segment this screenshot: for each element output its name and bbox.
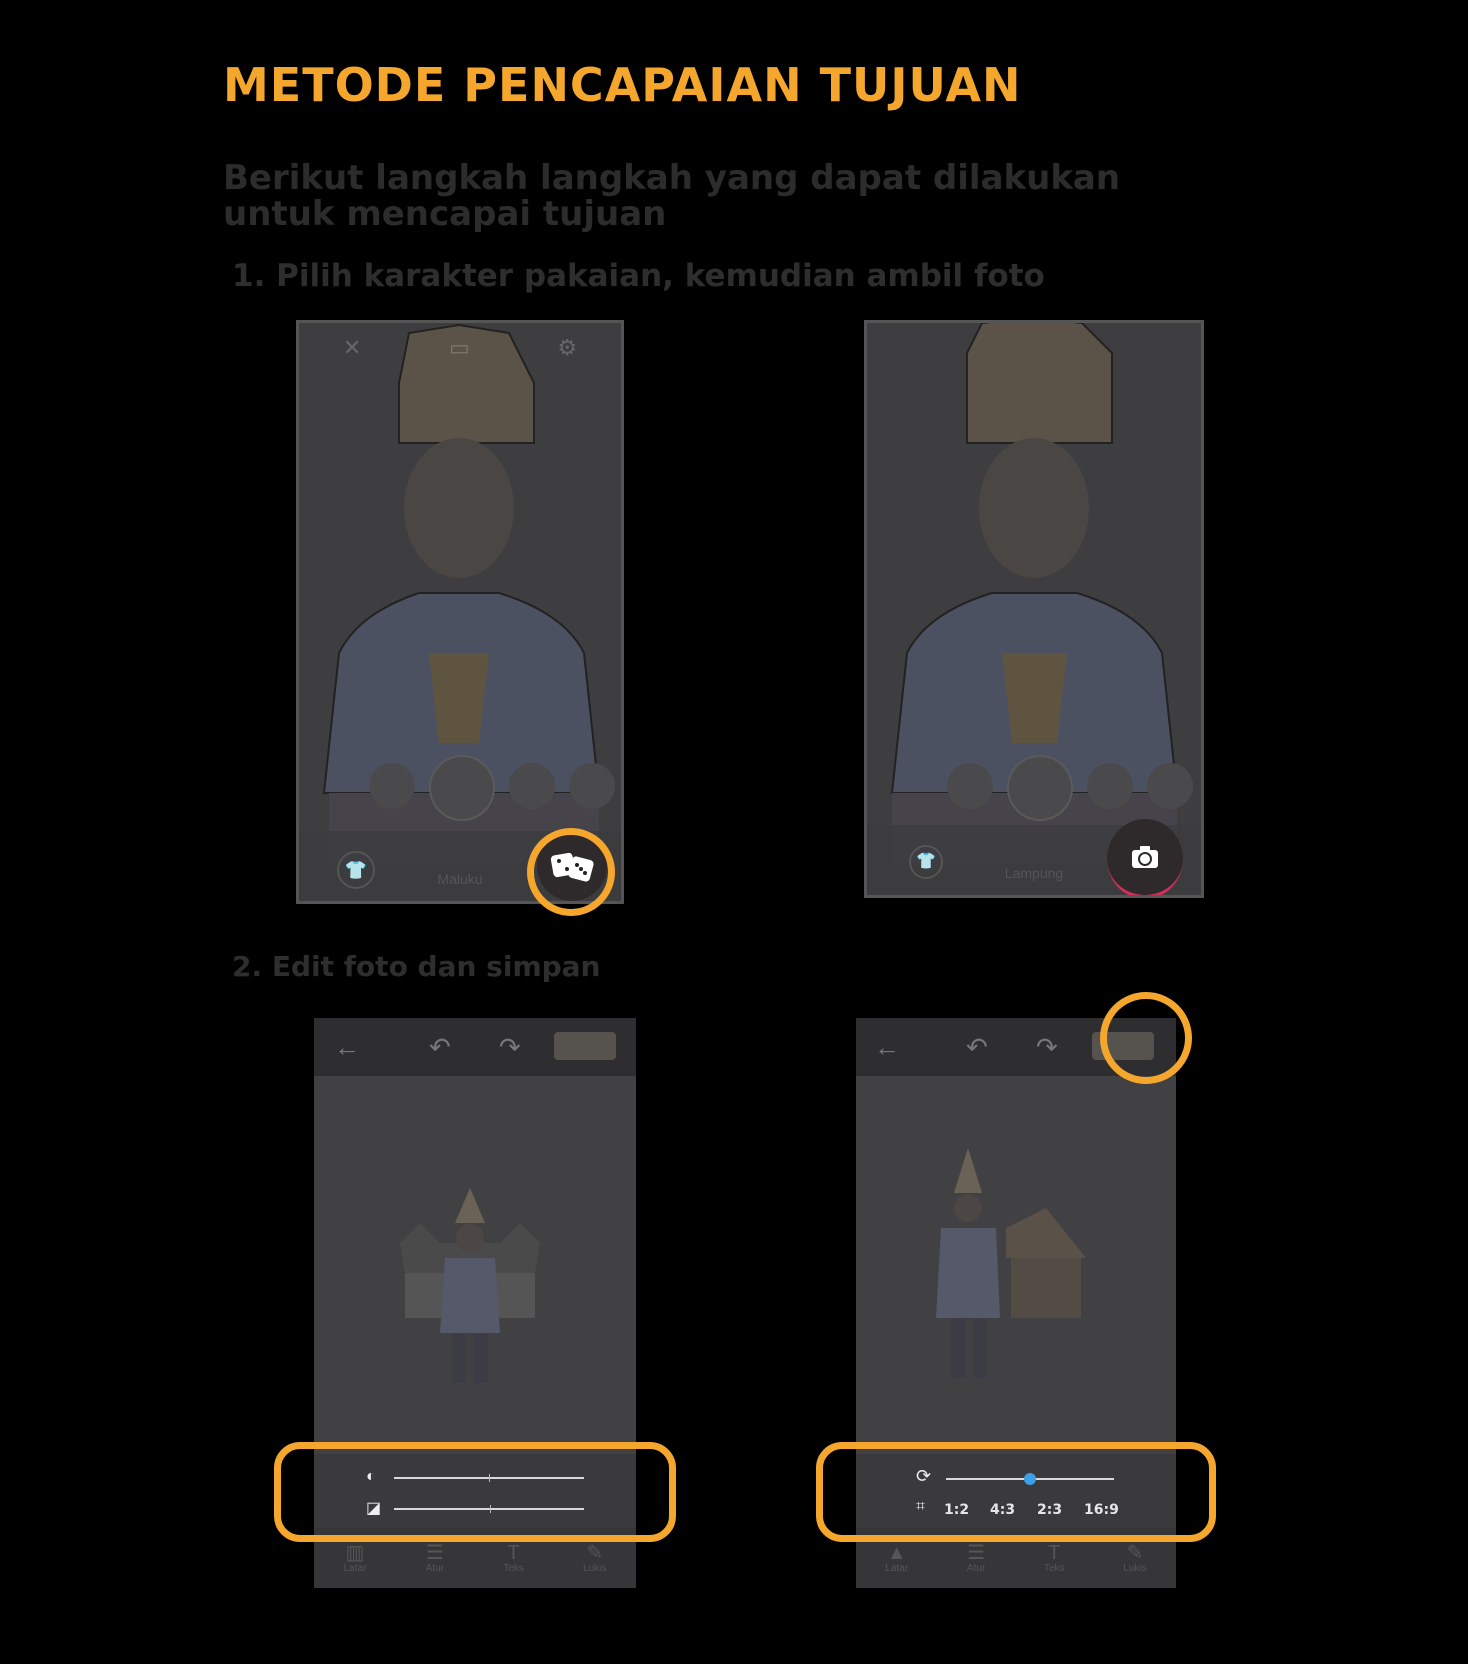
back-arrow-icon[interactable]: ← [874,1032,900,1063]
editor-toolbar: ← ↶ ↷ [314,1018,636,1076]
page-title: METODE PENCAPAIAN TUJUAN [223,58,1022,112]
tab-lukis[interactable]: ✎ Lukis [583,1543,606,1574]
tab-latar[interactable]: ▲ Latar [885,1543,908,1574]
character-selector [947,755,1193,821]
highlight-adjust-panel-left [274,1442,676,1542]
highlight-save-button [1100,992,1192,1084]
tab-teks[interactable]: T Teks [1044,1543,1065,1574]
settings-icon[interactable]: ⚙ [557,335,577,361]
step-2-text: 2. Edit foto dan simpan [232,950,601,983]
undo-icon[interactable]: ↶ [966,1032,988,1063]
redo-icon[interactable]: ↷ [499,1032,521,1063]
highlight-rotate-crop-panel [816,1442,1216,1542]
character-option[interactable] [509,763,555,809]
character-selector [369,755,615,821]
character-option[interactable] [1087,763,1133,809]
character-option[interactable] [569,763,615,809]
character-option[interactable] [947,763,993,809]
undo-icon[interactable]: ↶ [429,1032,451,1063]
tab-atur[interactable]: ☰ Atur [426,1543,444,1574]
edited-photo-preview [936,1148,1086,1378]
intro-text: Berikut langkah langkah yang dapat dilak… [223,158,1121,234]
tab-teks[interactable]: T Teks [503,1543,524,1574]
redo-icon[interactable]: ↷ [1036,1032,1058,1063]
phone-screenshot-right: 👕 Lampung [864,320,1204,898]
camera-icon[interactable] [1107,819,1183,895]
highlight-dice [527,828,615,916]
tab-atur[interactable]: ☰ Atur [967,1543,985,1574]
save-button[interactable] [554,1032,616,1060]
close-icon[interactable]: ✕ [343,335,361,361]
tab-lukis[interactable]: ✎ Lukis [1123,1543,1146,1574]
phone-screenshot-left: ✕ ▭ ⚙ 👕 Maluku [296,320,624,904]
tab-latar[interactable]: ▥ Latar [344,1543,367,1574]
character-option-selected[interactable] [1007,755,1073,821]
character-option[interactable] [1147,763,1193,809]
character-option-selected[interactable] [429,755,495,821]
character-option[interactable] [369,763,415,809]
bottom-bar: 👕 Lampung [867,819,1201,895]
step-1-text: 1. Pilih karakter pakaian, kemudian ambi… [232,258,1045,294]
top-toolbar: ✕ ▭ ⚙ [299,323,621,373]
back-arrow-icon[interactable]: ← [334,1032,360,1063]
frame-icon[interactable]: ▭ [449,335,470,361]
edited-photo-preview [400,1188,540,1383]
